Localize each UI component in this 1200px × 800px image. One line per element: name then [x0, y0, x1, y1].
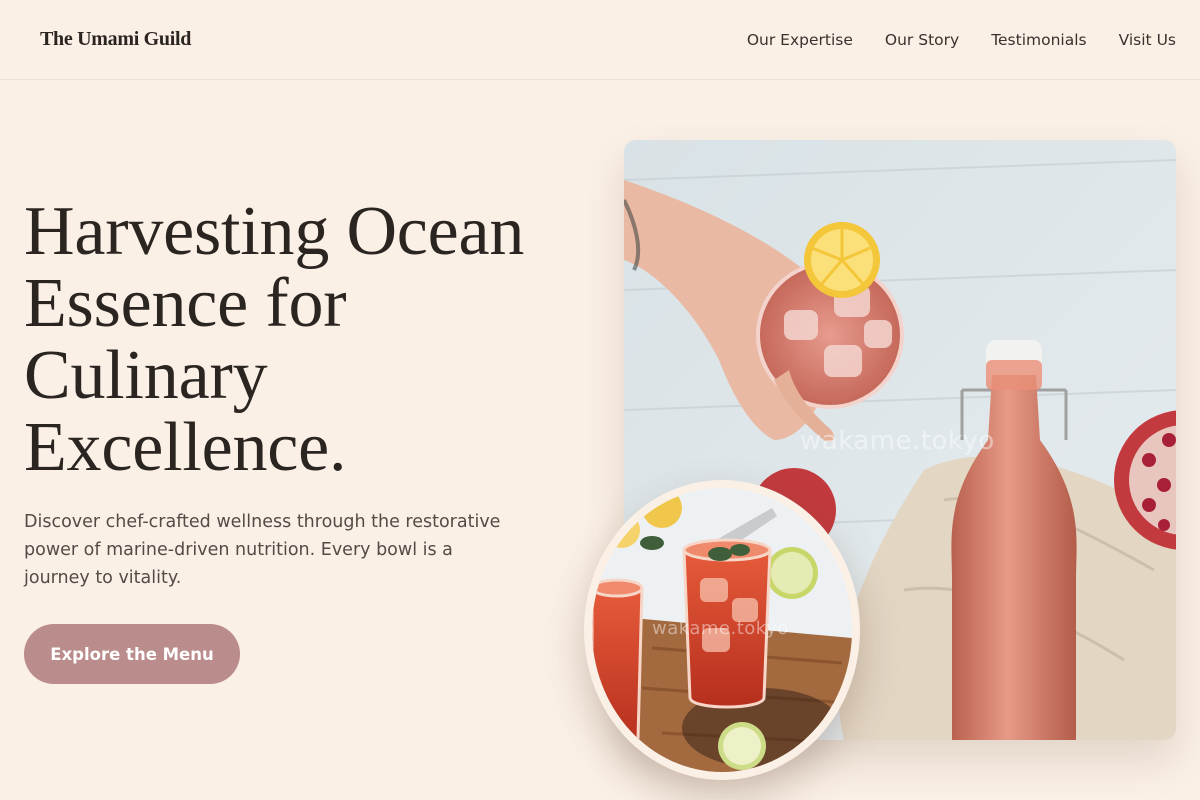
hero-inset-image: wakame.tokyo: [584, 480, 860, 780]
site-header: The Umami Guild Our Expertise Our Story …: [0, 0, 1200, 80]
hero-title: Harvesting Ocean Essence for Culinary Ex…: [24, 193, 525, 486]
main-nav: Our Expertise Our Story Testimonials Vis…: [747, 31, 1176, 49]
site-logo[interactable]: The Umami Guild: [40, 28, 191, 51]
hero-subtitle: Discover chef-crafted wellness through t…: [24, 512, 501, 588]
nav-link-visit-us[interactable]: Visit Us: [1119, 31, 1176, 49]
nav-link-our-expertise[interactable]: Our Expertise: [747, 31, 853, 49]
nav-link-our-story[interactable]: Our Story: [885, 31, 959, 49]
explore-menu-button[interactable]: Explore the Menu: [24, 624, 240, 684]
nav-link-testimonials[interactable]: Testimonials: [991, 31, 1086, 49]
